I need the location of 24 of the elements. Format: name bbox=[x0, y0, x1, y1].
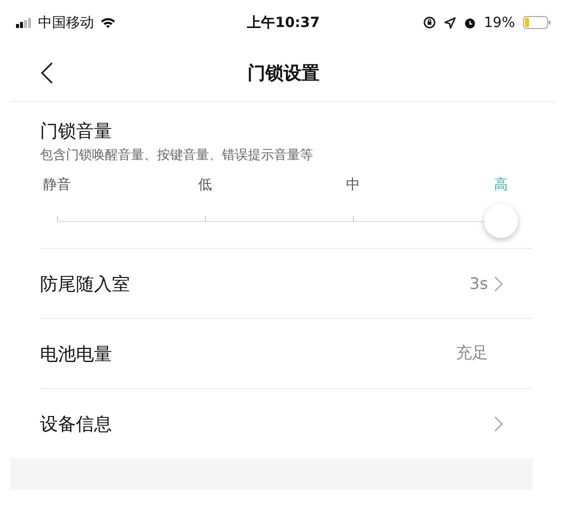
setting-value: 3s bbox=[469, 274, 488, 293]
chevron-right-icon[interactable] bbox=[494, 276, 503, 292]
setting-label: 电池电量 bbox=[40, 342, 113, 366]
section-description: 包含门锁唤醒音量、按键音量、错误提示音量等 bbox=[40, 147, 314, 164]
level-option[interactable]: 静音 bbox=[43, 176, 71, 194]
slider-thumb[interactable] bbox=[484, 204, 518, 238]
wifi-icon bbox=[100, 16, 116, 28]
chevron-left-icon bbox=[41, 62, 53, 84]
page-title: 门锁设置 bbox=[248, 63, 320, 84]
level-option[interactable]: 低 bbox=[198, 176, 212, 194]
signal-icon bbox=[16, 18, 32, 28]
alarm-clock-icon bbox=[464, 16, 476, 28]
setting-label: 防尾随入室 bbox=[40, 272, 131, 296]
rotation-lock-icon bbox=[422, 16, 436, 29]
chevron-right-icon[interactable] bbox=[494, 416, 503, 432]
location-arrow-icon bbox=[444, 16, 456, 28]
setting-label: 设备信息 bbox=[40, 412, 113, 436]
carrier-name: 中国移动 bbox=[38, 14, 94, 32]
battery-percent: 19% bbox=[484, 14, 516, 30]
setting-value: 充足 bbox=[456, 343, 488, 364]
section-title: 门锁音量 bbox=[40, 120, 113, 144]
battery-icon bbox=[523, 16, 552, 29]
clock-time: 上午10:37 bbox=[247, 14, 320, 32]
level-option[interactable]: 中 bbox=[346, 176, 360, 194]
